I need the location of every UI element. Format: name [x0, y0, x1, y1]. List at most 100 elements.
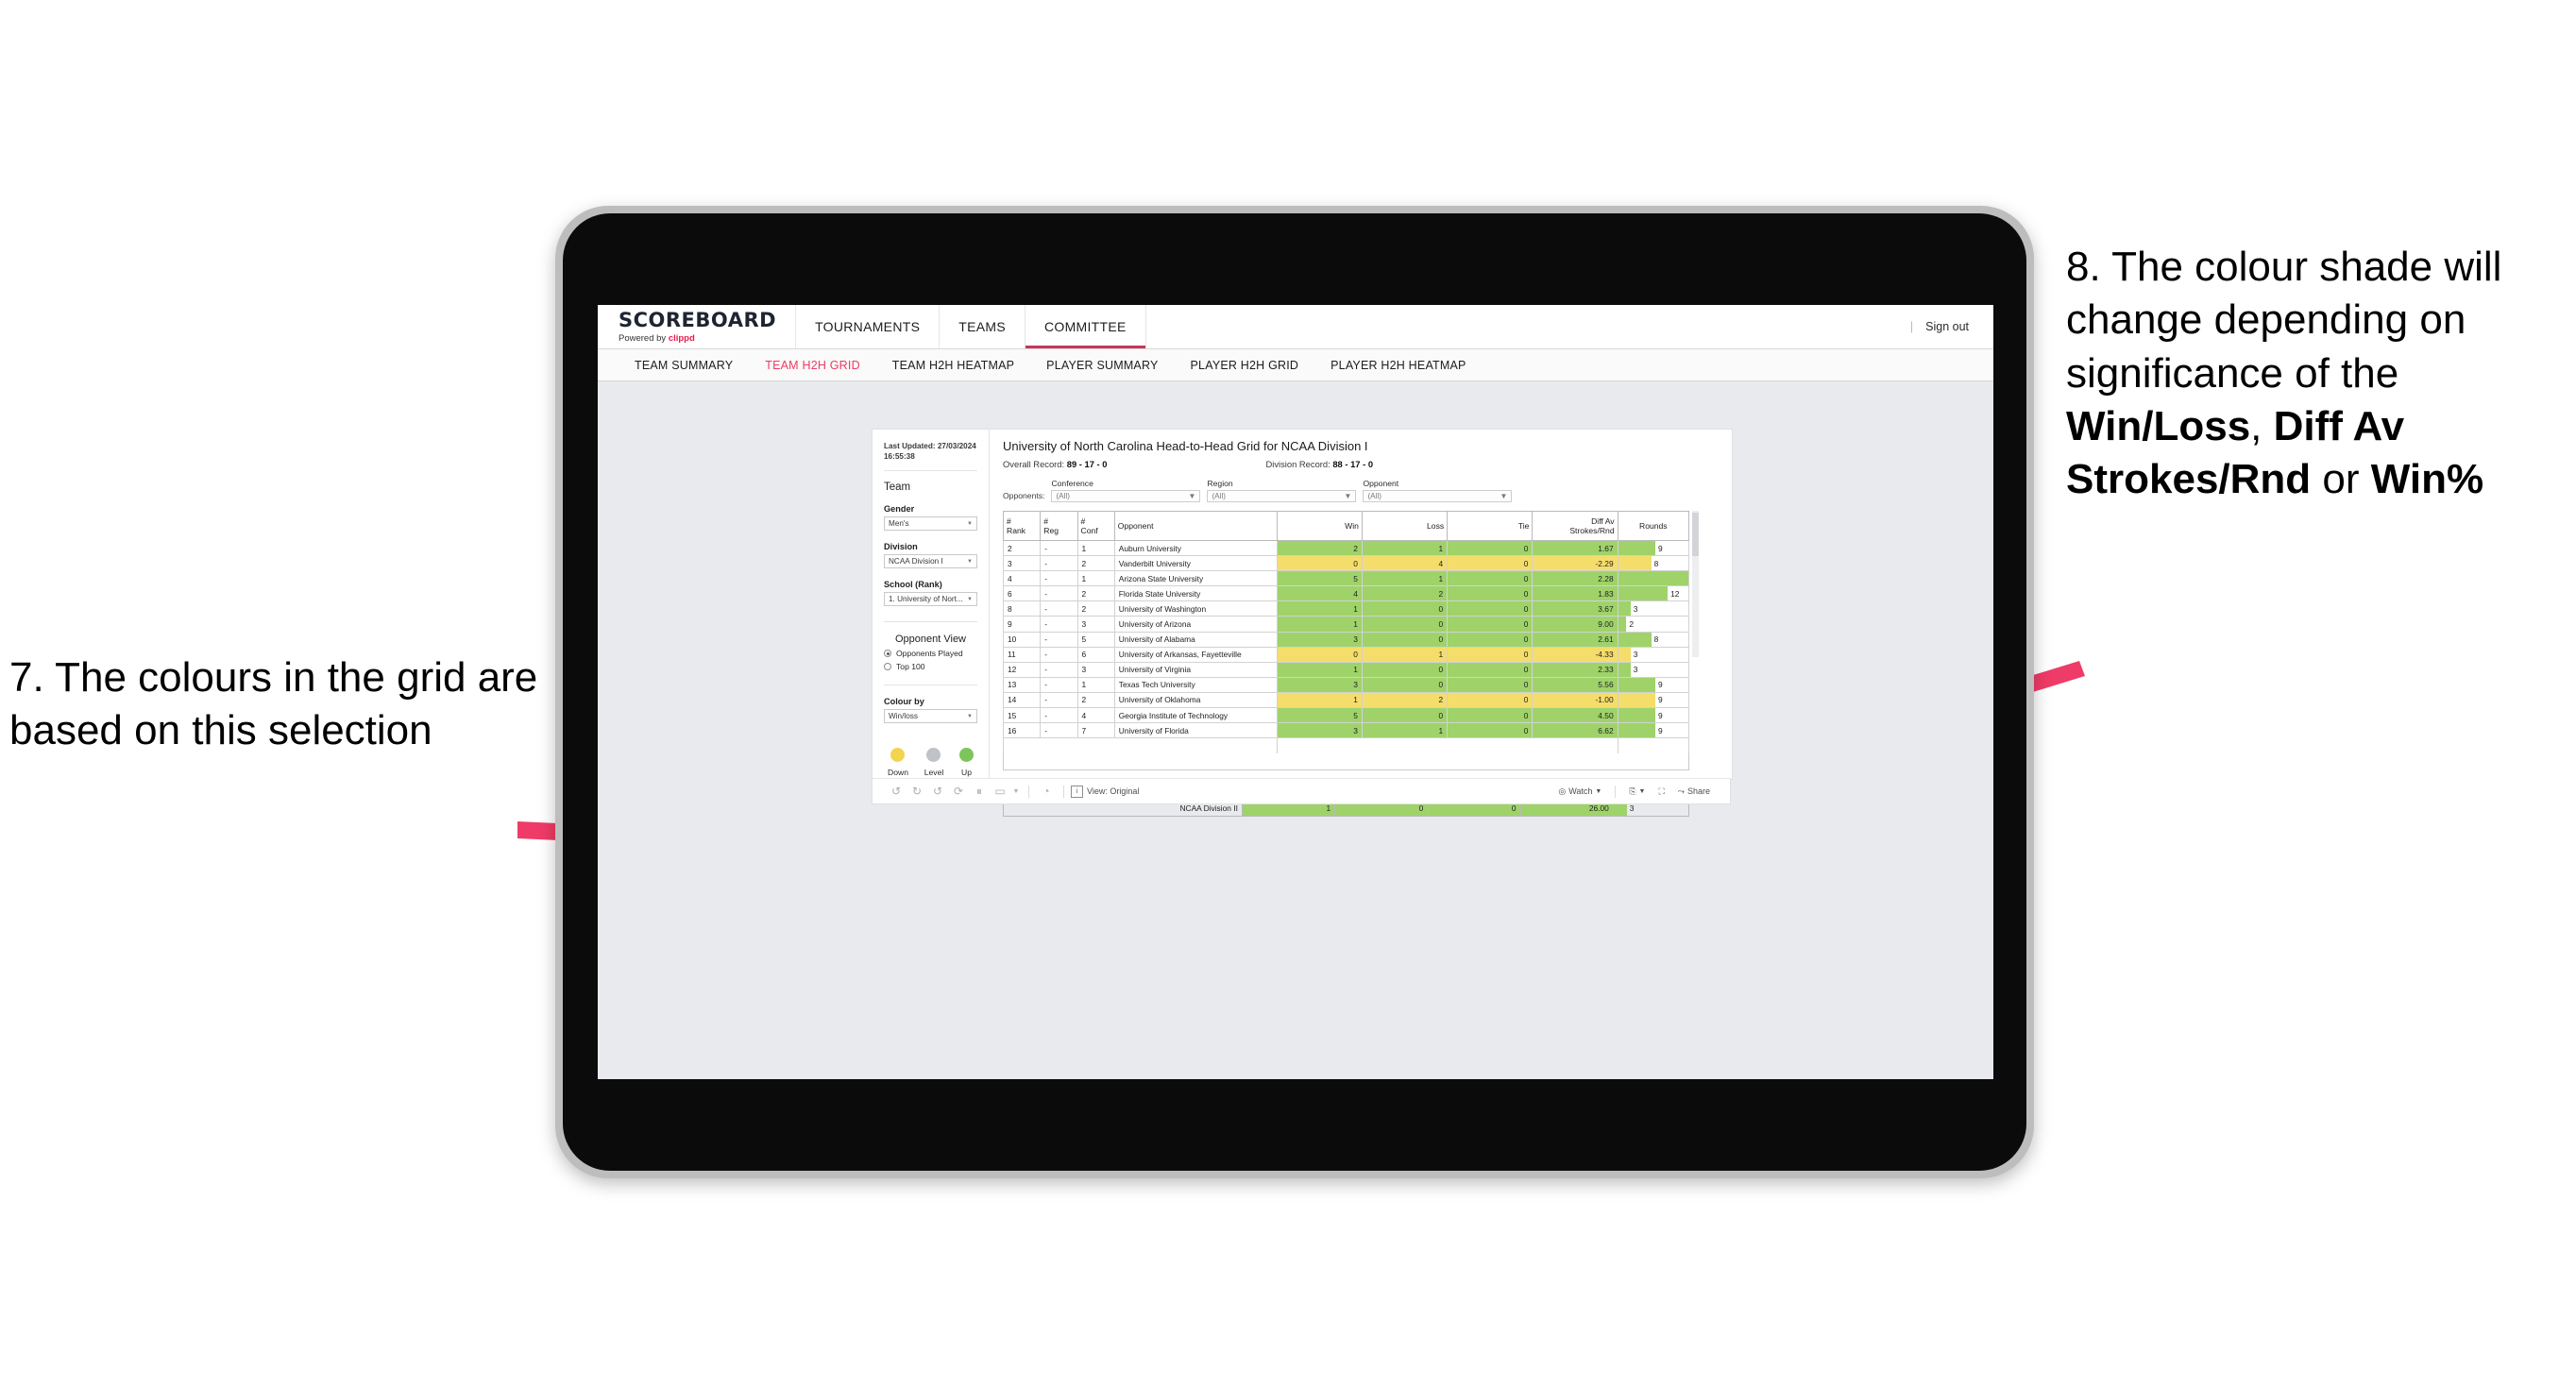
cell-conf: 1: [1076, 539, 1115, 557]
nav-item-tournaments[interactable]: TOURNAMENTS: [795, 305, 939, 348]
cell-rank: 9: [1002, 616, 1042, 633]
revert-icon[interactable]: ↺: [927, 785, 948, 798]
cell-loss: 0: [1361, 600, 1449, 617]
table-row[interactable]: 12-3 University of Virginia 1 0 0 2.33 3: [1002, 661, 1690, 678]
table-row[interactable]: 8-2 University of Washington 1 0 0 3.67 3: [1002, 600, 1690, 617]
chevron-down-icon: ▼: [1188, 492, 1196, 500]
gender-select[interactable]: Men's ▼: [884, 516, 977, 532]
table-header-row: # Rank # Reg # Conf Opponent Win Loss Tie D…: [1002, 511, 1690, 541]
refresh-icon[interactable]: ⟳: [948, 785, 969, 798]
cell-loss: 4: [1361, 555, 1449, 572]
cell-diff: -4.33: [1532, 646, 1618, 663]
table-row[interactable]: 15-4 Georgia Institute of Technology 5 0 0 4.…: [1002, 707, 1690, 724]
tab-team-h2h-grid[interactable]: TEAM H2H GRID: [749, 359, 876, 372]
fullscreen-button[interactable]: ⛶: [1652, 786, 1670, 797]
cell-opponent: University of Washington: [1113, 600, 1278, 617]
cell-tie: 0: [1447, 707, 1534, 724]
redo-icon[interactable]: ↻: [907, 785, 927, 798]
colour-by-label: Colour by: [884, 697, 924, 707]
tab-team-h2h-heatmap[interactable]: TEAM H2H HEATMAP: [876, 359, 1030, 372]
sign-out-button[interactable]: | Sign out: [1901, 305, 1993, 348]
rounds-bar: [1618, 648, 1631, 662]
table-row[interactable]: 13-1 Texas Tech University 3 0 0 5.56 9: [1002, 676, 1690, 693]
team-heading: Team: [884, 482, 911, 494]
cell-opponent: Florida State University: [1113, 585, 1278, 602]
cell-win: 0: [1276, 646, 1363, 663]
cell-loss: 0: [1361, 631, 1449, 648]
table-row[interactable]: 16-7 University of Florida 3 1 0 6.62 9: [1002, 722, 1690, 739]
division-record: Division Record: 88 - 17 - 0: [1265, 459, 1373, 469]
rect-select-icon[interactable]: ▭: [990, 785, 1010, 798]
conference-select[interactable]: (All) ▼: [1051, 490, 1201, 502]
cell-conf: 6: [1076, 646, 1115, 663]
annotation-right-sep1: ,: [2250, 402, 2274, 449]
alerts-icon[interactable]: ◔: [1036, 785, 1057, 798]
pause-icon[interactable]: ⏸: [969, 785, 990, 799]
watch-icon: ◎: [1558, 786, 1567, 796]
radio-top-100[interactable]: Top 100: [884, 662, 977, 671]
tab-label: PLAYER SUMMARY: [1046, 358, 1159, 372]
cell-conf: 3: [1076, 616, 1115, 633]
region-select[interactable]: (All) ▼: [1207, 490, 1357, 502]
table-row[interactable]: 2-1 Auburn University 2 1 0 1.67 9: [1002, 539, 1690, 557]
table-row[interactable]: 6-2 Florida State University 4 2 0 1.83 12: [1002, 585, 1690, 602]
tab-player-h2h-heatmap[interactable]: PLAYER H2H HEATMAP: [1314, 359, 1482, 372]
chevron-down-icon: ▼: [967, 596, 973, 602]
annotation-right-bold-winloss: Win/Loss: [2066, 402, 2251, 449]
last-updated-text: Last Updated: 27/03/2024 16:55:38: [884, 442, 976, 462]
colour-by-select[interactable]: Win/loss ▼: [884, 709, 977, 724]
cell-opponent: University of Arizona: [1113, 616, 1278, 633]
table-row[interactable]: 11-6 University of Arkansas, Fayetteville…: [1002, 646, 1690, 663]
table-scrollbar-thumb[interactable]: [1692, 513, 1699, 556]
cell-rank: 3: [1002, 555, 1042, 572]
division-select[interactable]: NCAA Division I ▼: [884, 554, 977, 569]
radio-label: Top 100: [896, 662, 925, 672]
undo-icon[interactable]: ↺: [886, 785, 907, 798]
watch-button[interactable]: ◎ Watch ▼: [1551, 786, 1608, 797]
nav-item-committee[interactable]: COMMITTEE: [1024, 305, 1145, 348]
table-row[interactable]: 3-2 Vanderbilt University 0 4 0 -2.29 8: [1002, 555, 1690, 572]
annotation-left: 7. The colours in the grid are based on …: [9, 651, 576, 758]
rounds-bar: [1618, 586, 1669, 600]
radio-opponents-played[interactable]: Opponents Played: [884, 649, 977, 658]
grid-panel: University of North Carolina Head-to-Hea…: [990, 430, 1732, 817]
rounds-value: 3: [1633, 603, 1638, 614]
colour-legend: Down Level Up: [884, 748, 977, 777]
cell-rank: 11: [1002, 646, 1042, 663]
table-row[interactable]: 10-5 University of Alabama 3 0 0 2.61 8: [1002, 631, 1690, 648]
rounds-value: 9: [1657, 543, 1663, 553]
tab-team-summary[interactable]: TEAM SUMMARY: [619, 359, 749, 372]
table-row[interactable]: 4-1Arizona State University5102.2817: [1002, 570, 1690, 587]
legend-label: Up: [961, 768, 972, 778]
school-rank-select[interactable]: 1. University of Nort... ▼: [884, 592, 977, 607]
rounds-bar: [1618, 678, 1655, 692]
table-blank-row: [1003, 737, 1690, 754]
gender-label: Gender: [884, 504, 915, 515]
legend-dot-down: [890, 748, 906, 763]
nav-item-teams[interactable]: TEAMS: [939, 305, 1025, 348]
table-row[interactable]: 9-3 University of Arizona 1 0 0 9.00 2: [1002, 616, 1690, 633]
view-icon: i: [1071, 785, 1083, 798]
cell-tie: 0: [1447, 646, 1534, 663]
tab-player-h2h-grid[interactable]: PLAYER H2H GRID: [1175, 359, 1315, 372]
rounds-value: 9: [1657, 695, 1663, 705]
download-button[interactable]: ⎘ ▼: [1622, 786, 1652, 797]
cell-win: 5: [1276, 707, 1363, 724]
cell-opponent: Auburn University: [1113, 539, 1278, 557]
rounds-value: 8: [1653, 558, 1659, 568]
chevron-down-icon: ▼: [1344, 492, 1352, 500]
tab-player-summary[interactable]: PLAYER SUMMARY: [1030, 359, 1174, 372]
opponent-select[interactable]: (All) ▼: [1363, 490, 1513, 502]
view-original-button[interactable]: i View: Original: [1071, 785, 1139, 798]
cell-win: 1: [1276, 661, 1363, 678]
colour-by-value: Win/loss: [889, 712, 918, 721]
overall-record-label: Overall Record:: [1003, 459, 1067, 469]
table-row[interactable]: 14-2 University of Oklahoma 1 2 0 -1.00 9: [1002, 691, 1690, 709]
share-button[interactable]: ⤳ Share: [1671, 786, 1717, 797]
divider: [1063, 785, 1064, 798]
cell-tie: 0: [1447, 676, 1534, 693]
chevron-down-icon[interactable]: ▼: [1010, 788, 1022, 795]
page-title: University of North Carolina Head-to-Hea…: [1003, 439, 1368, 453]
cell-diff: 2.33: [1532, 661, 1618, 678]
nav-label: COMMITTEE: [1043, 319, 1127, 334]
